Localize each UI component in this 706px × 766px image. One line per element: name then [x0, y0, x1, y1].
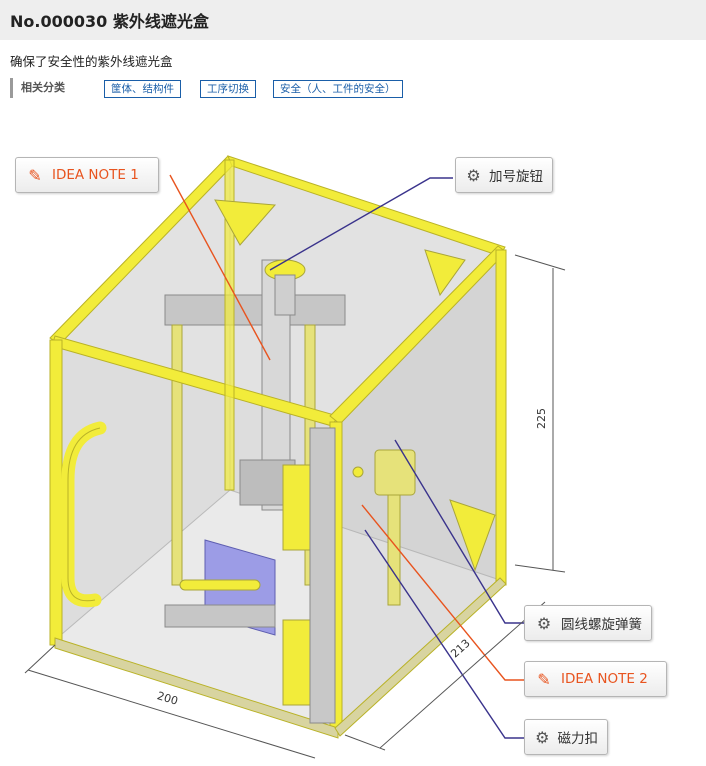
base-plate: [164, 604, 276, 628]
frame-post-back-right: [495, 249, 507, 586]
dimension-height-label: 225: [535, 408, 548, 429]
lower-bar: [179, 579, 261, 591]
gear-icon: ⚙: [536, 613, 552, 633]
frame-post-front-left: [49, 339, 63, 646]
idea-note-1-button[interactable]: ✎ IDEA NOTE 1: [15, 157, 159, 193]
category-label: 相关分类: [10, 78, 65, 98]
page-title: No.000030 紫外线遮光盒: [10, 12, 209, 31]
magnet-callout[interactable]: ⚙ 磁力扣: [524, 719, 608, 755]
tag-safety[interactable]: 安全（人、工件的安全）: [273, 80, 403, 98]
knob-callout-label: 加号旋钮: [489, 169, 543, 185]
gear-icon: ⚙: [535, 727, 550, 747]
pencil-icon: ✎: [537, 669, 551, 689]
tag-changeover[interactable]: 工序切换: [200, 80, 256, 98]
door-edge-plate: [309, 427, 336, 724]
idea-note-1-label: IDEA NOTE 1: [52, 167, 139, 183]
title-bar: No.000030 紫外线遮光盒: [0, 0, 706, 40]
spring-callout[interactable]: ⚙ 圆线螺旋弹簧: [524, 605, 652, 641]
tag-enclosure[interactable]: 筐体、结构件: [104, 80, 181, 98]
knob-stem: [274, 274, 296, 316]
knob-callout[interactable]: ⚙ 加号旋钮: [455, 157, 553, 193]
idea-note-2-label: IDEA NOTE 2: [561, 671, 648, 687]
dim-width-ext-left: [24, 644, 56, 674]
gear-icon: ⚙: [466, 165, 481, 185]
idea-note-2-button[interactable]: ✎ IDEA NOTE 2: [524, 661, 667, 697]
category-row: 相关分类 筐体、结构件 工序切换 安全（人、工件的安全）: [10, 78, 700, 98]
upper-plate: [164, 294, 346, 326]
dim-depth-ext: [344, 734, 386, 751]
spring-housing: [374, 449, 416, 496]
guide-rod-left: [171, 324, 183, 586]
page-subtitle: 确保了安全性的紫外线遮光盒: [10, 54, 173, 69]
product-figure: ✎ IDEA NOTE 1 ⚙ 加号旋钮 ⚙ 圆线螺旋弹簧 ✎ IDEA NOT…: [0, 110, 706, 766]
spring-callout-label: 圆线螺旋弹簧: [561, 617, 642, 633]
magnet-callout-label: 磁力扣: [557, 731, 599, 747]
pencil-icon: ✎: [28, 165, 42, 185]
dim-height-ext-bottom: [514, 564, 566, 573]
dim-height-ext-top: [514, 254, 566, 271]
magnet-catch: [352, 466, 364, 478]
